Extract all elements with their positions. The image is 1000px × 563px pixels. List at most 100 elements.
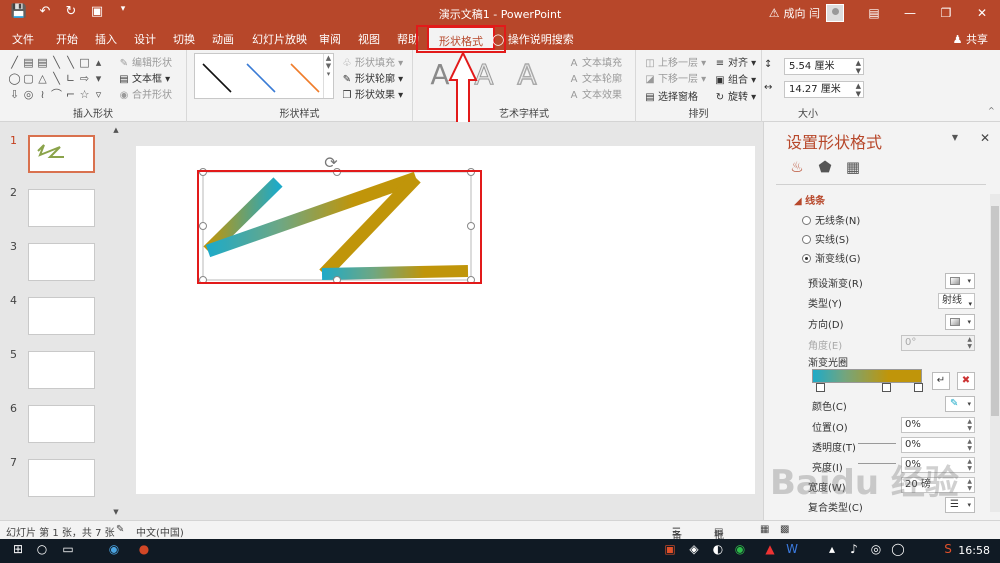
width-spinner[interactable]: ▲ ▼ [967, 478, 972, 492]
warning-icon[interactable]: ⚠ [769, 6, 780, 20]
shape-effects-button[interactable]: ❒ 形状效果 ▾ [341, 86, 404, 101]
tray-icon[interactable]: ▲ [760, 542, 780, 556]
direction-button[interactable]: ▾ [945, 314, 975, 330]
slide-thumbnail-5[interactable] [28, 351, 95, 389]
network-icon[interactable]: ▴ [822, 542, 842, 556]
text-outline-button[interactable]: A 文本轮廓 [568, 70, 622, 85]
send-backward-button[interactable]: ◪ 下移一层 ▾ [644, 70, 706, 85]
input-method-icon[interactable]: S [938, 542, 958, 556]
word-icon[interactable]: W [782, 542, 802, 556]
tab-view[interactable]: 视图 [358, 31, 380, 47]
height-spinner[interactable]: ▲ ▼ [856, 59, 861, 75]
clock[interactable]: 16:58 [958, 544, 990, 557]
angle-spinner[interactable]: ▲ ▼ [967, 336, 972, 350]
slide-thumbnail-7[interactable] [28, 459, 95, 497]
pane-scroll-thumb[interactable] [991, 206, 999, 416]
tray-icon[interactable]: ◐ [708, 542, 728, 556]
collapse-ribbon-icon[interactable]: ^ [988, 106, 995, 115]
more-shapes-icon[interactable]: ▴ [92, 56, 105, 69]
tray-app-icon[interactable]: ▣ [660, 542, 680, 556]
callout-shape-icon[interactable]: ◎ [22, 88, 35, 101]
user-name[interactable]: 成向 闫 [784, 5, 821, 21]
line-shape-icon[interactable]: ╲ [64, 56, 77, 69]
tab-animations[interactable]: 动画 [212, 31, 234, 47]
volume-icon[interactable]: ♪ [844, 542, 864, 556]
avatar[interactable] [826, 4, 844, 22]
shape-width-input[interactable]: 14.27 厘米 ▲ ▼ [784, 81, 864, 98]
style-sample-black[interactable] [202, 63, 232, 93]
shape-fill-button[interactable]: ♧ 形状填充 ▾ [341, 54, 404, 69]
bring-forward-button[interactable]: ◫ 上移一层 ▾ [644, 54, 706, 69]
brace-shape-icon[interactable]: ≀ [36, 88, 49, 101]
tab-slideshow[interactable]: 幻灯片放映 [252, 31, 307, 47]
triangle-shape-icon[interactable]: △ [36, 72, 49, 85]
curve-shape-icon[interactable]: ⌐ [64, 88, 77, 101]
width-spinner[interactable]: ▲ ▼ [856, 82, 861, 98]
shape-height-input[interactable]: 5.54 厘米 ▲ ▼ [784, 58, 864, 75]
search-icon[interactable]: ○ [32, 542, 52, 556]
slide-thumbnail-6[interactable] [28, 405, 95, 443]
edit-shape-button[interactable]: ✎ 编辑形状 [118, 54, 172, 69]
tab-file[interactable]: 文件 [12, 31, 34, 47]
tray-icon[interactable]: ◎ [866, 542, 886, 556]
preset-gradient-button[interactable]: ▾ [945, 273, 975, 289]
slide-thumbnail-1[interactable] [28, 135, 95, 173]
line-shape-icon[interactable]: ╲ [50, 72, 63, 85]
shape-outline-button[interactable]: ✎ 形状轮廓 ▾ [341, 70, 403, 85]
gradient-stop[interactable] [914, 383, 923, 392]
group-button[interactable]: ▣ 组合 ▾ [714, 71, 756, 86]
ribbon-display-icon[interactable]: ▤ [856, 6, 892, 20]
size-properties-icon[interactable]: ▦ [844, 158, 862, 176]
arrow-down-shape-icon[interactable]: ⇩ [8, 88, 21, 101]
textbox-shape-icon[interactable]: ▤ [36, 56, 49, 69]
arrow-shape-icon[interactable]: ⇨ [78, 72, 91, 85]
shield-icon[interactable]: ◯ [888, 542, 908, 556]
gradient-stop[interactable] [882, 383, 891, 392]
restore-icon[interactable]: ❐ [928, 6, 964, 20]
connector-shape-icon[interactable]: ∟ [64, 72, 77, 85]
slide-thumbnail-2[interactable] [28, 189, 95, 227]
rectangle-shape-icon[interactable]: □ [78, 56, 91, 69]
close-icon[interactable]: ✕ [964, 6, 1000, 20]
gallery-scroll[interactable]: ▲ ▼ ▾ [323, 54, 333, 98]
sorter-view-icon[interactable]: ▩ [780, 524, 789, 535]
oval-shape-icon[interactable]: ◯ [8, 72, 21, 85]
pane-options-icon[interactable]: ▼ [952, 133, 958, 142]
shape-styles-gallery[interactable]: ▲ ▼ ▾ [194, 53, 334, 99]
tray-icon[interactable]: ◈ [684, 542, 704, 556]
radio-gradient-line[interactable]: 渐变线(G) [802, 250, 861, 265]
rectangle-shape-icon[interactable]: ▢ [22, 72, 35, 85]
browser-icon[interactable]: ◉ [104, 542, 124, 556]
task-view-icon[interactable]: ▭ [58, 542, 78, 556]
radio-no-line[interactable]: 无线条(N) [802, 212, 860, 227]
text-fill-button[interactable]: A 文本填充 [568, 54, 622, 69]
powerpoint-icon[interactable]: ● [134, 542, 154, 556]
shapes-gallery[interactable]: ╱ ▤ ▤ ╲ ╲ □ ▴ ◯ ▢ △ ╲ ∟ ⇨ ▾ ⇩ ◎ ≀ ⌒ ⌐ ☆ ▿ [8, 56, 103, 101]
line-shape-icon[interactable]: ╲ [50, 56, 63, 69]
tab-design[interactable]: 设计 [134, 31, 156, 47]
spellcheck-icon[interactable]: ✎ [116, 524, 124, 535]
position-spinner[interactable]: ▲ ▼ [967, 418, 972, 432]
close-icon[interactable]: ✕ [980, 131, 990, 145]
transparency-slider[interactable] [858, 443, 896, 444]
tab-transitions[interactable]: 切换 [173, 31, 195, 47]
color-button[interactable]: ✎ ▾ [945, 396, 975, 412]
tab-home[interactable]: 开始 [56, 31, 78, 47]
gradient-stop[interactable] [816, 383, 825, 392]
fill-line-icon[interactable]: ♨ [788, 158, 806, 176]
type-select[interactable]: 射线 ▾ [938, 293, 975, 309]
tab-insert[interactable]: 插入 [95, 31, 117, 47]
radio-solid-line[interactable]: 实线(S) [802, 231, 849, 246]
remove-stop-icon[interactable]: ✖ [957, 372, 975, 390]
star-shape-icon[interactable]: ☆ [78, 88, 91, 101]
minimize-icon[interactable]: — [892, 6, 928, 20]
align-button[interactable]: ≡ 对齐 ▾ [714, 54, 756, 69]
merge-shapes-button[interactable]: ◉ 合并形状 [118, 86, 172, 101]
text-box-button[interactable]: ▤ 文本框 ▾ [118, 70, 170, 85]
selection-pane-button[interactable]: ▤ 选择窗格 [644, 88, 698, 103]
pane-scrollbar[interactable] [990, 194, 1000, 512]
tab-review[interactable]: 审阅 [319, 31, 341, 47]
gradient-stops-bar[interactable] [812, 369, 922, 383]
curve-shape-icon[interactable]: ⌒ [50, 88, 63, 101]
scroll-down-icon[interactable]: ▼ [110, 508, 122, 516]
